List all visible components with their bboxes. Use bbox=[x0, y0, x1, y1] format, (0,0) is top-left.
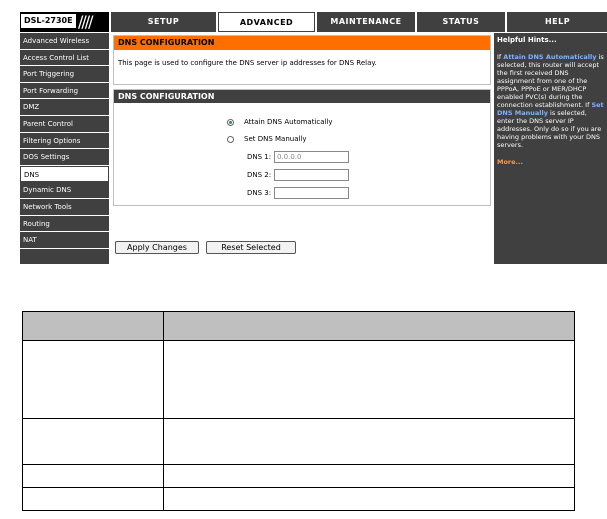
hints-attain-dns-link: Attain DNS Automatically bbox=[503, 53, 597, 61]
table-cell bbox=[22, 487, 164, 511]
dns2-row: DNS 2: bbox=[247, 169, 349, 182]
radio-attain-dns[interactable]: Attain DNS Automatically bbox=[227, 117, 333, 127]
sidebar-item-port-triggering[interactable]: Port Triggering bbox=[20, 66, 109, 83]
info-box-text: This page is used to configure the DNS s… bbox=[118, 59, 377, 67]
dns3-label: DNS 3: bbox=[247, 189, 272, 197]
dns1-row: DNS 1: bbox=[247, 151, 349, 164]
sidebar-item-dns[interactable]: DNS bbox=[20, 165, 109, 183]
table-cell bbox=[22, 340, 164, 419]
dns3-input[interactable] bbox=[274, 187, 349, 199]
logo: DSL-2730E //// bbox=[20, 12, 109, 32]
dns2-input[interactable] bbox=[274, 169, 349, 181]
document-table bbox=[22, 311, 575, 511]
apply-changes-button[interactable]: Apply Changes bbox=[115, 241, 199, 254]
reset-selected-button[interactable]: Reset Selected bbox=[206, 241, 296, 254]
tab-maintenance[interactable]: MAINTENANCE bbox=[317, 12, 415, 32]
sidebar-item-routing[interactable]: Routing bbox=[20, 216, 109, 233]
table-header-cell bbox=[22, 311, 164, 341]
sidebar-item-filtering-options[interactable]: Filtering Options bbox=[20, 133, 109, 150]
dns-config-title: DNS CONFIGURATION bbox=[114, 90, 490, 103]
table-header-cell bbox=[163, 311, 575, 341]
hints-title: Helpful Hints... bbox=[497, 36, 557, 44]
radio-set-dns-manually[interactable]: Set DNS Manually bbox=[227, 134, 307, 144]
dns-config-box: DNS CONFIGURATION Attain DNS Automatical… bbox=[113, 89, 491, 206]
dns1-label: DNS 1: bbox=[247, 153, 272, 161]
table-header-row bbox=[22, 311, 575, 341]
table-cell bbox=[163, 418, 575, 465]
table-row bbox=[22, 340, 575, 419]
router-admin-screenshot: DSL-2730E //// SETUP ADVANCED MAINTENANC… bbox=[20, 12, 607, 264]
top-navigation: SETUP ADVANCED MAINTENANCE STATUS HELP bbox=[111, 12, 607, 32]
sidebar: Advanced Wireless Access Control List Po… bbox=[20, 33, 109, 264]
table-cell bbox=[163, 340, 575, 419]
radio-attain-dns-indicator[interactable] bbox=[227, 118, 234, 126]
radio-attain-dns-label: Attain DNS Automatically bbox=[244, 118, 333, 126]
table-cell bbox=[163, 464, 575, 488]
tab-advanced[interactable]: ADVANCED bbox=[218, 12, 315, 32]
logo-slashes: //// bbox=[78, 12, 94, 31]
tab-status[interactable]: STATUS bbox=[417, 12, 505, 32]
hints-text-2: is selected, this router will accept the… bbox=[497, 53, 604, 109]
tab-setup[interactable]: SETUP bbox=[111, 12, 216, 32]
hints-more-link[interactable]: More... bbox=[497, 158, 605, 166]
sidebar-item-dmz[interactable]: DMZ bbox=[20, 99, 109, 116]
radio-set-dns-manually-indicator[interactable] bbox=[227, 135, 234, 143]
sidebar-item-parent-control[interactable]: Parent Control bbox=[20, 116, 109, 133]
sidebar-item-network-tools[interactable]: Network Tools bbox=[20, 199, 109, 216]
info-box-title: DNS CONFIGURATION bbox=[114, 36, 490, 50]
table-row bbox=[22, 464, 575, 488]
dns3-row: DNS 3: bbox=[247, 187, 349, 200]
dns1-input[interactable] bbox=[274, 151, 349, 163]
table-cell bbox=[22, 464, 164, 488]
sidebar-item-advanced-wireless[interactable]: Advanced Wireless bbox=[20, 33, 109, 50]
sidebar-item-dynamic-dns[interactable]: Dynamic DNS bbox=[20, 182, 109, 199]
table-cell bbox=[22, 418, 164, 465]
tab-help[interactable]: HELP bbox=[507, 12, 607, 32]
dns2-label: DNS 2: bbox=[247, 171, 272, 179]
sidebar-item-port-forwarding[interactable]: Port Forwarding bbox=[20, 83, 109, 100]
table-row bbox=[22, 487, 575, 511]
sidebar-item-dos-settings[interactable]: DOS Settings bbox=[20, 149, 109, 166]
sidebar-item-nat[interactable]: NAT bbox=[20, 232, 109, 249]
main-content: DNS CONFIGURATION This page is used to c… bbox=[111, 33, 493, 264]
hints-text-1: If bbox=[497, 53, 502, 61]
info-box: DNS CONFIGURATION This page is used to c… bbox=[113, 35, 491, 85]
table-row bbox=[22, 418, 575, 465]
sidebar-item-access-control-list[interactable]: Access Control List bbox=[20, 50, 109, 67]
helpful-hints-panel: Helpful Hints... If Attain DNS Automatic… bbox=[494, 33, 607, 264]
model-name: DSL-2730E bbox=[21, 14, 76, 28]
table-cell bbox=[163, 487, 575, 511]
radio-set-dns-manually-label: Set DNS Manually bbox=[244, 135, 307, 143]
hints-text: If Attain DNS Automatically is selected,… bbox=[497, 53, 605, 149]
